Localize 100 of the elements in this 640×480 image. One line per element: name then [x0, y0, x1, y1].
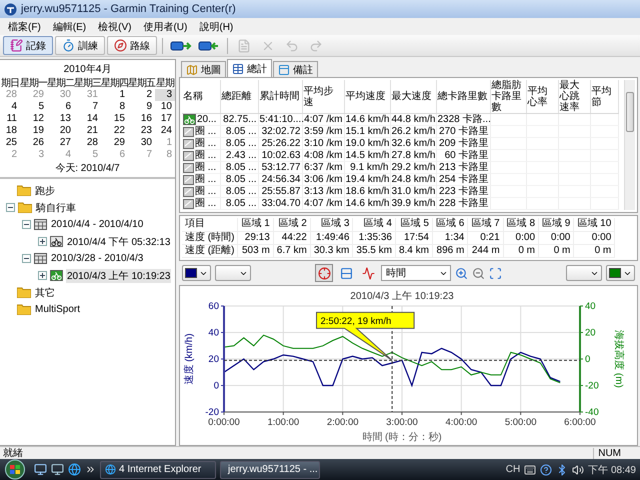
mode-button[interactable]: 訓練 — [55, 36, 105, 55]
axis-tick-label: 20 — [585, 328, 596, 338]
calendar-day[interactable]: 20 — [47, 125, 74, 137]
tree-item[interactable]: 2010/4/4 下午 05:32:13 — [66, 234, 172, 248]
collapse-toggle-icon[interactable] — [22, 220, 31, 229]
calendar-day[interactable]: 26 — [20, 137, 47, 149]
table-cell: 44:22 — [282, 232, 307, 242]
zoom-out-icon[interactable] — [472, 266, 485, 280]
table-cell: 0:00 — [592, 232, 612, 242]
tree-item[interactable]: MultiSport — [34, 304, 82, 315]
table-cell: 4:07 /km — [304, 198, 342, 209]
column-header[interactable]: 總卡路里數 — [436, 80, 490, 114]
keyboard-icon[interactable] — [524, 464, 536, 476]
calendar-day[interactable]: 6 — [47, 101, 74, 113]
tree-item[interactable]: 2010/4/3 上午 10:19:23 — [66, 268, 172, 282]
vertical-scrollbar[interactable] — [624, 80, 635, 210]
tree-item[interactable]: 騎自行車 — [35, 200, 77, 214]
language-indicator[interactable]: CH — [506, 464, 520, 475]
calendar-day[interactable]: 3 — [155, 89, 175, 101]
calendar-day[interactable]: 9 — [128, 101, 155, 113]
calendar-day[interactable]: 25 — [0, 137, 20, 149]
table-cell: 25:55.87 — [262, 186, 300, 197]
menu-item[interactable]: 檔案(F) — [2, 18, 47, 34]
calendar-day[interactable]: 11 — [0, 113, 20, 125]
calendar-day[interactable]: 28 — [74, 137, 101, 149]
calendar-day[interactable]: 12 — [20, 113, 47, 125]
collapse-toggle-icon[interactable] — [22, 254, 31, 263]
cyclist-icon — [50, 236, 63, 247]
column-header[interactable]: 平均節 — [590, 80, 618, 114]
axis-tick-label: -20 — [205, 407, 219, 418]
calendar-day[interactable]: 21 — [74, 125, 101, 137]
calendar-day[interactable]: 10 — [155, 101, 175, 113]
calendar-day[interactable]: 7 — [74, 101, 101, 113]
table-cell: 8.05 ... — [226, 126, 256, 137]
tree-item[interactable]: 2010/3/28 - 2010/4/3 — [50, 253, 144, 264]
calendar-day[interactable]: 29 — [101, 137, 128, 149]
calendar-day[interactable]: 14 — [74, 113, 101, 125]
expand-toggle-icon[interactable] — [38, 271, 47, 280]
expand-toggle-icon[interactable] — [38, 237, 47, 246]
calendar-day[interactable]: 27 — [47, 137, 74, 149]
tree-item[interactable]: 2010/4/4 - 2010/4/10 — [50, 219, 144, 230]
browser-icon[interactable] — [68, 463, 81, 476]
column-header[interactable]: 累計時間 — [258, 80, 302, 114]
color-dropdown[interactable] — [606, 265, 635, 281]
calendar-day[interactable]: 30 — [128, 137, 155, 149]
view-toggle[interactable] — [315, 264, 333, 282]
menu-item[interactable]: 編輯(E) — [46, 18, 92, 34]
today-label[interactable]: 今天: 2010/4/7 — [0, 161, 175, 174]
column-header: 區域 8 — [506, 218, 536, 230]
menu-item[interactable]: 使用者(U) — [137, 18, 194, 34]
calendar-day[interactable]: 19 — [20, 125, 47, 137]
taskbar-button[interactable]: jerry.wu9571125 - ... — [220, 460, 320, 478]
calendar-day[interactable]: 13 — [47, 113, 74, 125]
x-axis-select[interactable]: 時間 — [381, 265, 451, 281]
collapse-toggle-icon[interactable] — [6, 203, 15, 212]
color-dropdown[interactable] — [182, 265, 211, 281]
table-cell: 244 m — [472, 244, 500, 256]
tab[interactable]: 總計 — [227, 59, 272, 77]
column-header[interactable]: 平均心率 — [526, 80, 558, 114]
chevron-icon[interactable] — [85, 464, 96, 475]
menu-item[interactable]: 檢視(V) — [92, 18, 138, 34]
column-header[interactable]: 總距離 — [220, 80, 258, 114]
calendar-day[interactable]: 5 — [20, 101, 47, 113]
tab[interactable]: 地圖 — [181, 61, 226, 77]
column-header[interactable]: 總脂肪卡路里數 — [490, 80, 526, 114]
table-cell: 5:41:10.... — [260, 114, 304, 125]
calendar-day[interactable]: 23 — [128, 125, 155, 137]
menu-item[interactable]: 說明(H) — [193, 18, 240, 34]
calendar-day[interactable]: 4 — [0, 101, 20, 113]
column-header[interactable]: 最大速度 — [390, 80, 436, 114]
calendar-day[interactable]: 22 — [101, 125, 128, 137]
column-header[interactable]: 最大心跳速率 — [558, 80, 590, 114]
axis-tick-label: 5:00:00 — [504, 417, 537, 428]
calendar-day[interactable]: 18 — [0, 125, 20, 137]
calendar-icon — [34, 253, 47, 264]
calendar-day[interactable]: 24 — [155, 125, 175, 137]
folder-icon — [17, 304, 31, 315]
tree-item[interactable]: 其它 — [34, 286, 56, 300]
calendar-day[interactable]: 15 — [101, 113, 128, 125]
calendar-day[interactable]: 16 — [128, 113, 155, 125]
volume-icon[interactable] — [572, 464, 584, 476]
zoom-in-icon[interactable] — [455, 266, 468, 280]
mode-button[interactable]: 記錄 — [3, 36, 53, 55]
clock[interactable]: 下午 08:49 — [588, 462, 636, 476]
taskbar-button[interactable]: 4 Internet Explorer — [100, 460, 216, 478]
tab[interactable]: 備註 — [273, 61, 318, 77]
mode-button[interactable]: 路線 — [107, 36, 157, 55]
show-desktop-icon[interactable] — [34, 463, 47, 476]
calendar-day[interactable]: 8 — [101, 101, 128, 113]
monitor-icon[interactable] — [51, 463, 64, 476]
fit-icon[interactable] — [489, 266, 502, 280]
column-header[interactable]: 平均步速 — [302, 80, 344, 114]
tree-item[interactable]: 跑步 — [34, 184, 56, 198]
calendar-day[interactable]: 1 — [101, 89, 128, 101]
help-icon[interactable] — [540, 464, 552, 476]
calendar-day[interactable]: 17 — [155, 113, 175, 125]
column-header[interactable]: 名稱 — [182, 80, 220, 114]
calendar-day[interactable]: 2 — [128, 89, 155, 101]
column-header[interactable]: 平均速度 — [344, 80, 390, 114]
table-cell: 3:10 /km — [304, 138, 342, 149]
